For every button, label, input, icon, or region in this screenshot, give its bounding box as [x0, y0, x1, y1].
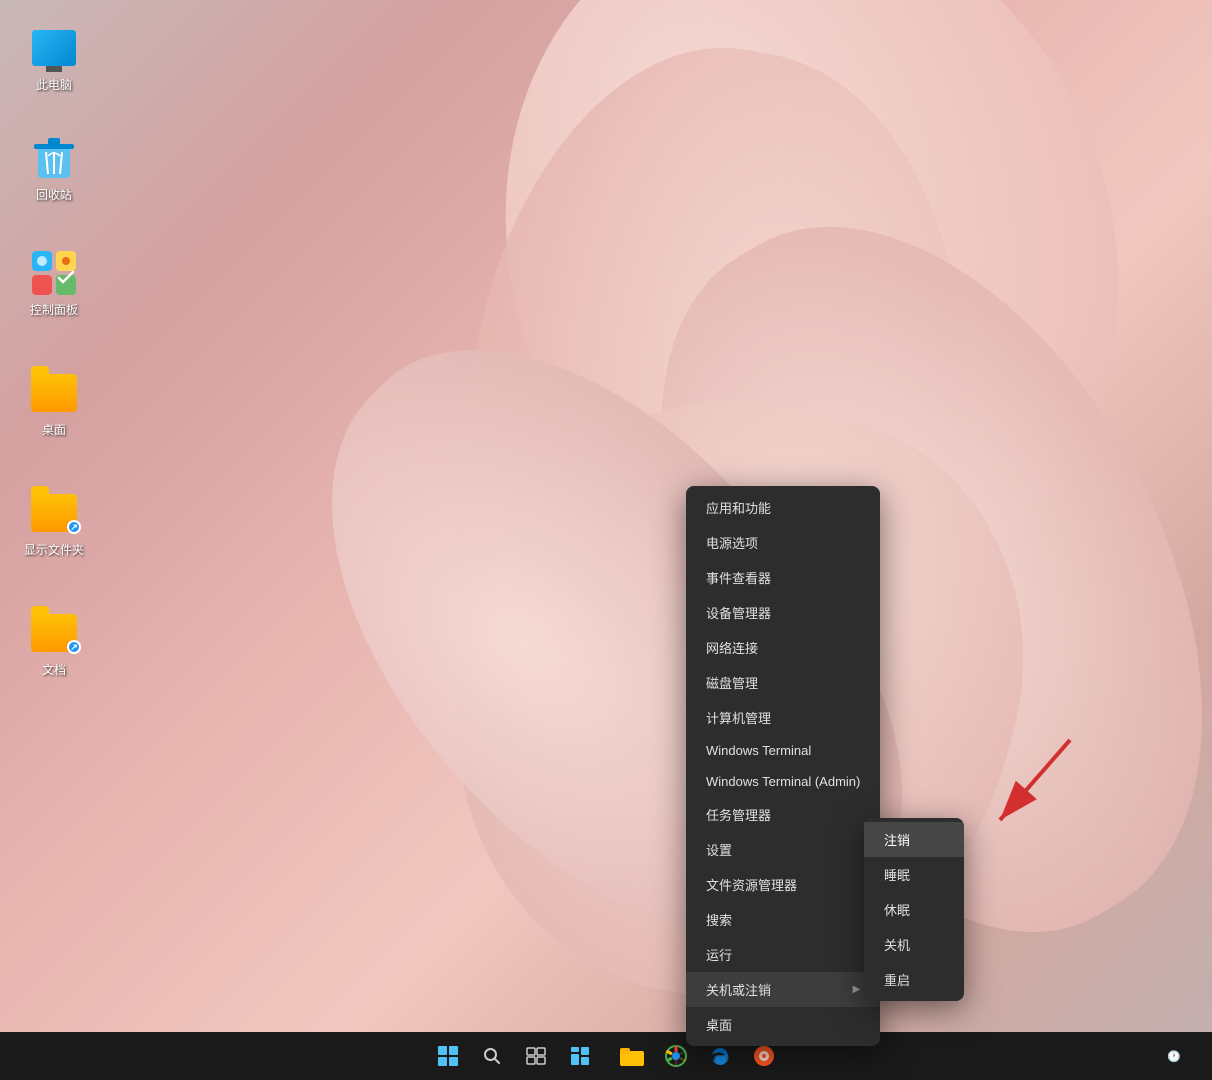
power-submenu: 注销 睡眠 休眠 关机 重启 [864, 818, 964, 1001]
desktop-icon-this-pc[interactable]: 此电脑 [14, 20, 94, 98]
folder-docs-label: 文档 [42, 663, 66, 679]
context-menu: 应用和功能 电源选项 事件查看器 设备管理器 网络连接 磁盘管理 计算机管理 W… [686, 486, 880, 1046]
clock-display: 🕐 [1167, 1050, 1181, 1063]
menu-item-event-viewer[interactable]: 事件查看器 [686, 560, 880, 595]
recycle-bin-icon [30, 134, 78, 182]
recycle-bin-label: 回收站 [36, 188, 72, 204]
desktop-icon-folder-docs[interactable]: ↗ 文档 [14, 605, 94, 683]
folder-desktop-icon [30, 369, 78, 417]
folder-display-icon: ↗ [30, 489, 78, 537]
task-view-icon [526, 1047, 546, 1065]
desktop-icon-folder-desktop[interactable]: 桌面 [14, 365, 94, 443]
desktop [0, 0, 1212, 1080]
menu-item-file-explorer[interactable]: 文件资源管理器 [686, 867, 880, 902]
menu-item-network[interactable]: 网络连接 [686, 630, 880, 665]
submenu-item-restart[interactable]: 重启 [864, 962, 964, 997]
desktop-icon-folder-display[interactable]: ↗ 显示文件夹 [14, 485, 94, 563]
file-explorer-taskbar-button[interactable] [612, 1036, 652, 1076]
edge-icon [709, 1045, 731, 1067]
menu-item-search[interactable]: 搜索 [686, 902, 880, 937]
desktop-icon-recycle-bin[interactable]: 回收站 [14, 130, 94, 208]
folder-docs-icon: ↗ [30, 609, 78, 657]
menu-item-disk-management[interactable]: 磁盘管理 [686, 665, 880, 700]
this-pc-label: 此电脑 [36, 78, 72, 94]
widgets-button[interactable] [560, 1036, 600, 1076]
menu-item-run[interactable]: 运行 [686, 937, 880, 972]
submenu-item-hibernate[interactable]: 休眠 [864, 892, 964, 927]
search-button[interactable] [472, 1036, 512, 1076]
menu-item-task-manager[interactable]: 任务管理器 [686, 797, 880, 832]
folder-display-label: 显示文件夹 [24, 543, 84, 559]
taskbar: 🕐 [0, 1032, 1212, 1080]
windows-logo-icon [438, 1046, 458, 1066]
search-icon [483, 1047, 501, 1065]
system-tray-clock[interactable]: 🕐 [1156, 1038, 1192, 1074]
desktop-icon-control-panel[interactable]: 控制面板 [14, 245, 94, 323]
menu-item-settings[interactable]: 设置 [686, 832, 880, 867]
menu-item-desktop[interactable]: 桌面 [686, 1007, 880, 1042]
menu-item-device-manager[interactable]: 设备管理器 [686, 595, 880, 630]
submenu-arrow-icon: ▶ [853, 984, 861, 995]
submenu-item-shutdown[interactable]: 关机 [864, 927, 964, 962]
file-explorer-icon [620, 1046, 644, 1066]
colorful-app-icon [753, 1045, 775, 1067]
start-button[interactable] [428, 1036, 468, 1076]
submenu-item-sleep[interactable]: 睡眠 [864, 857, 964, 892]
widgets-icon [570, 1046, 590, 1066]
chrome-icon [665, 1045, 687, 1067]
menu-item-windows-terminal-admin[interactable]: Windows Terminal (Admin) [686, 766, 880, 797]
menu-item-windows-terminal[interactable]: Windows Terminal [686, 735, 880, 766]
control-panel-label: 控制面板 [30, 303, 78, 319]
menu-item-power-options[interactable]: 电源选项 [686, 525, 880, 560]
menu-item-shutdown-signout[interactable]: 关机或注销 ▶ [686, 972, 880, 1007]
menu-item-apps-features[interactable]: 应用和功能 [686, 490, 880, 525]
folder-desktop-label: 桌面 [42, 423, 66, 439]
this-pc-icon [30, 24, 78, 72]
submenu-item-sign-out[interactable]: 注销 [864, 822, 964, 857]
control-panel-icon [30, 249, 78, 297]
task-view-button[interactable] [516, 1036, 556, 1076]
system-tray: 🕐 [1156, 1038, 1192, 1074]
menu-item-computer-management[interactable]: 计算机管理 [686, 700, 880, 735]
